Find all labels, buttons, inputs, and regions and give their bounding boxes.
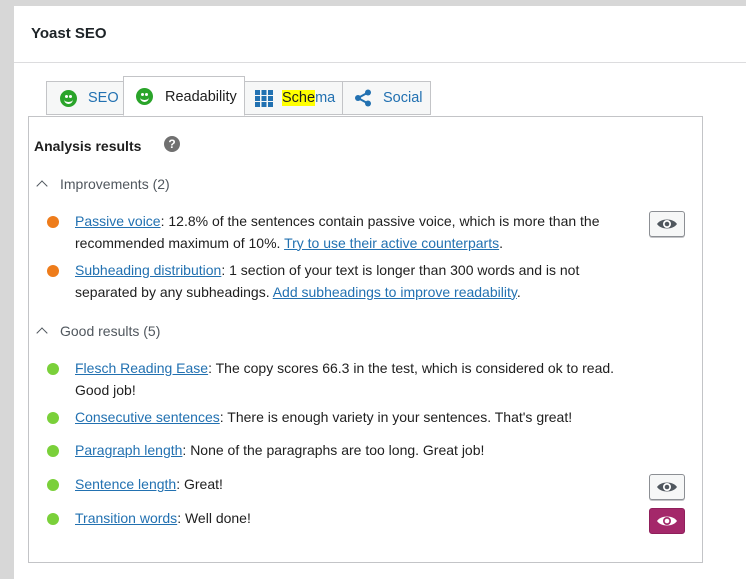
help-icon[interactable]: ? <box>164 136 180 152</box>
green-bullet-icon <box>47 412 59 424</box>
list-item: Paragraph length: None of the paragraphs… <box>47 440 635 462</box>
list-item: Subheading distribution: 1 section of yo… <box>47 260 635 303</box>
tab-readability-label: Readability <box>165 89 237 105</box>
subheading-distribution-link[interactable]: Subheading distribution <box>75 262 221 278</box>
tab-schema[interactable]: Schema <box>244 81 343 115</box>
list-item: Sentence length: Great! <box>47 474 635 496</box>
tab-social[interactable]: Social <box>342 81 431 115</box>
item-text: : Great! <box>176 476 223 492</box>
item-end: . <box>499 234 503 251</box>
eye-icon <box>657 516 677 526</box>
improvements-heading: Improvements (2) <box>60 176 170 192</box>
item-text: : Well done! <box>177 510 251 526</box>
list-item: Passive voice: 12.8% of the sentences co… <box>47 211 635 254</box>
flesch-reading-ease-link[interactable]: Flesch Reading Ease <box>75 360 208 376</box>
add-subheadings-link[interactable]: Add subheadings to improve readability <box>273 284 517 300</box>
list-item: Flesch Reading Ease: The copy scores 66.… <box>47 358 635 401</box>
list-item: Consecutive sentences: There is enough v… <box>47 407 635 429</box>
item-text: : There is enough variety in your senten… <box>219 409 573 425</box>
improvements-toggle[interactable]: Improvements (2) <box>34 176 170 192</box>
eye-icon <box>657 482 677 492</box>
panel-header[interactable]: Yoast SEO <box>14 6 746 63</box>
paragraph-length-link[interactable]: Paragraph length <box>75 442 182 458</box>
tab-seo-label: SEO <box>88 90 119 106</box>
chevron-up-icon <box>36 327 48 339</box>
highlighted-text: Sche <box>282 90 316 106</box>
tab-seo[interactable]: SEO <box>46 81 124 115</box>
tab-schema-label: Schema <box>282 90 335 106</box>
item-text: : None of the paragraphs are too long. G… <box>182 442 485 458</box>
tab-readability[interactable]: Readability <box>123 76 245 116</box>
smiley-icon <box>136 88 153 105</box>
share-icon <box>355 89 371 107</box>
eye-icon <box>657 219 677 229</box>
green-bullet-icon <box>47 479 59 491</box>
good-results-toggle[interactable]: Good results (5) <box>34 323 160 339</box>
tab-social-label: Social <box>383 90 423 106</box>
panel-title: Yoast SEO <box>31 25 107 42</box>
item-end: . <box>516 283 521 300</box>
green-bullet-icon <box>47 363 59 375</box>
green-bullet-icon <box>47 513 59 525</box>
analysis-title: Analysis results <box>34 138 142 154</box>
green-bullet-icon <box>47 445 59 457</box>
passive-voice-highlight-button[interactable] <box>649 211 685 237</box>
chevron-up-icon <box>36 180 48 192</box>
passive-voice-link[interactable]: Passive voice <box>75 213 161 229</box>
orange-bullet-icon <box>47 216 59 228</box>
label-rest: ma <box>315 90 336 106</box>
grid-icon <box>255 90 273 107</box>
consecutive-sentences-link[interactable]: Consecutive sentences <box>75 409 220 425</box>
sentence-length-highlight-button[interactable] <box>649 474 685 500</box>
sentence-length-link[interactable]: Sentence length <box>75 476 176 492</box>
transition-words-link[interactable]: Transition words <box>75 510 177 526</box>
good-results-heading: Good results (5) <box>60 323 161 339</box>
smiley-icon <box>60 90 77 107</box>
transition-words-highlight-button[interactable] <box>649 508 685 534</box>
orange-bullet-icon <box>47 265 59 277</box>
active-counterparts-link[interactable]: Try to use their active counterparts <box>284 235 499 251</box>
list-item: Transition words: Well done! <box>47 508 635 530</box>
